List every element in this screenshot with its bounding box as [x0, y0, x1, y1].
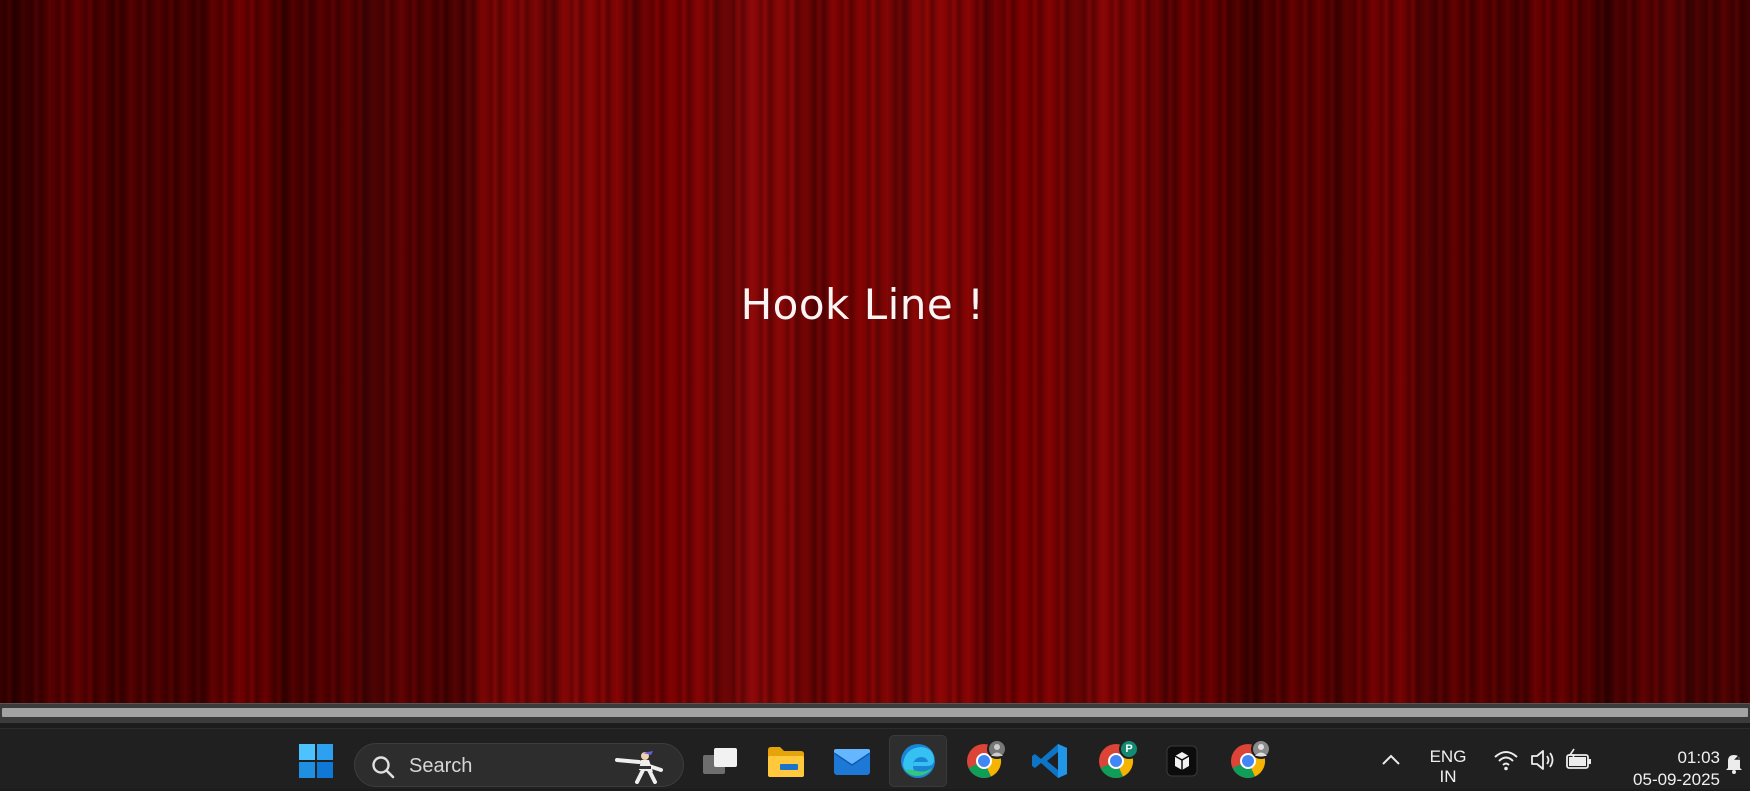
avatar-icon	[1255, 744, 1267, 756]
stage-title: Hook Line !	[740, 280, 985, 329]
chrome-button[interactable]	[955, 735, 1013, 787]
edge-button[interactable]	[889, 735, 947, 787]
task-view-button[interactable]	[691, 735, 749, 787]
file-explorer-button[interactable]	[757, 735, 815, 787]
chevron-up-icon[interactable]	[1380, 751, 1402, 769]
mail-icon	[833, 749, 871, 775]
clock-time: 01:03	[1677, 748, 1720, 767]
scrollbar-thumb[interactable]	[2, 708, 1748, 717]
language-code: ENG	[1429, 747, 1467, 766]
search-highlight-art	[615, 751, 663, 784]
region-code: IN	[1439, 767, 1457, 786]
edge-icon	[901, 744, 935, 778]
start-button[interactable]	[287, 735, 345, 787]
language-indicator[interactable]: ENG IN	[1420, 747, 1476, 787]
volume-icon[interactable]	[1529, 747, 1557, 773]
task-view-icon	[703, 748, 737, 774]
profile-avatar-badge	[987, 739, 1007, 759]
horizontal-scrollbar[interactable]	[0, 703, 1750, 723]
profile-letter-badge: P	[1119, 739, 1139, 759]
vscode-button[interactable]	[1021, 735, 1079, 787]
windows-icon	[299, 744, 333, 778]
vscode-icon	[1032, 744, 1067, 778]
app-icon	[1166, 745, 1198, 777]
clock[interactable]: 01:03 05-09-2025	[1600, 747, 1720, 791]
curtain-stage: Hook Line !	[0, 0, 1750, 703]
avatar-icon	[991, 744, 1003, 756]
search-icon	[372, 756, 395, 779]
wifi-icon[interactable]	[1493, 747, 1519, 773]
file-explorer-icon	[768, 747, 804, 777]
mail-button[interactable]	[823, 735, 881, 787]
search-label: Search	[409, 755, 473, 777]
taskbar: Search P ENG IN 01:03 05-09-2025	[0, 728, 1750, 789]
chrome-button-2[interactable]	[1219, 735, 1277, 787]
notification-bell-icon[interactable]	[1722, 751, 1746, 775]
clock-date: 05-09-2025	[1633, 770, 1720, 789]
chrome-profile-button[interactable]: P	[1087, 735, 1145, 787]
app-button[interactable]	[1153, 735, 1211, 787]
taskbar-search-box[interactable]: Search	[354, 743, 684, 787]
profile-avatar-badge	[1251, 739, 1271, 759]
profile-letter: P	[1125, 743, 1133, 755]
battery-charging-icon[interactable]	[1565, 747, 1593, 773]
